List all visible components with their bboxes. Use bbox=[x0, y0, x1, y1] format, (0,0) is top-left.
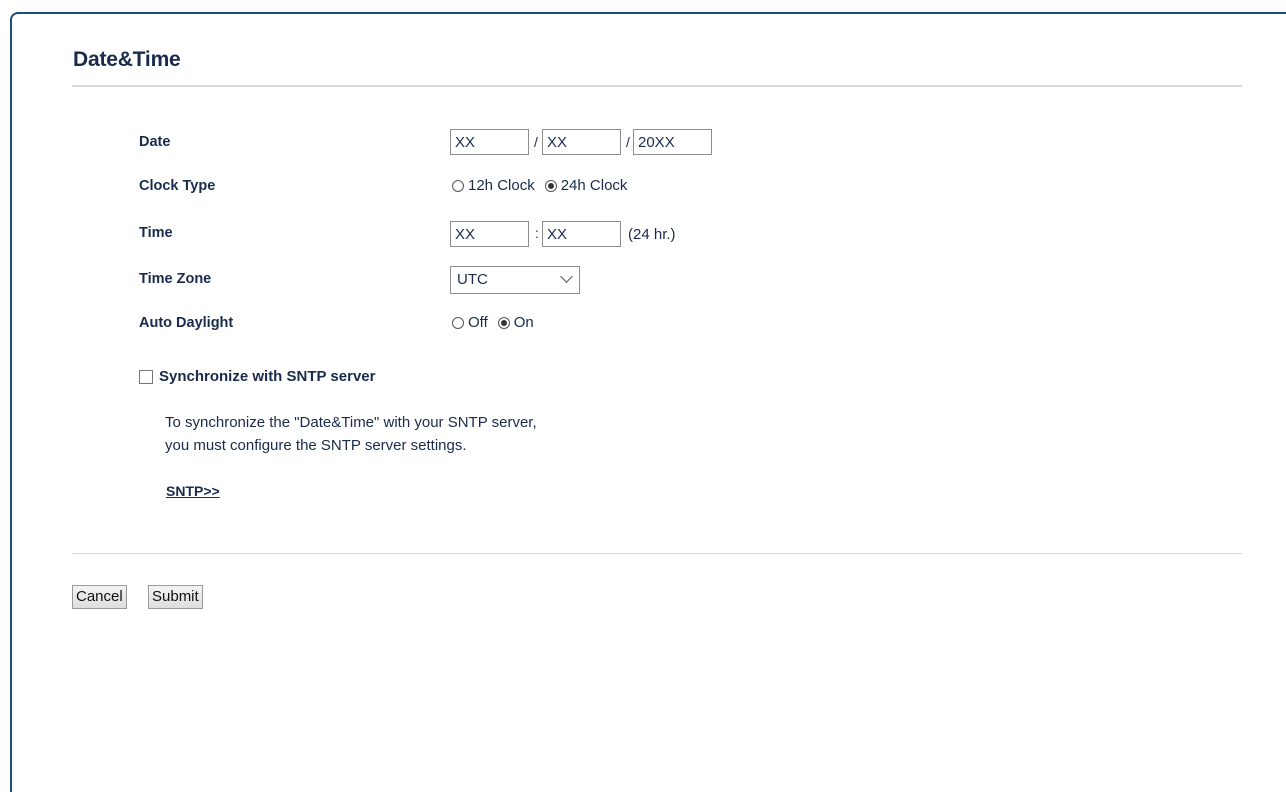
sntp-sync-row: Synchronize with SNTP server bbox=[139, 368, 375, 385]
clock-12h-radio[interactable] bbox=[452, 179, 464, 192]
actions-divider bbox=[72, 553, 1242, 554]
date-year-input[interactable]: 20XX bbox=[633, 129, 712, 155]
sntp-help-line: you must configure the SNTP server setti… bbox=[165, 437, 467, 454]
date-month-input[interactable]: XX bbox=[450, 129, 529, 155]
time-label: Time bbox=[139, 225, 173, 241]
daylight-on-radio[interactable] bbox=[497, 316, 510, 329]
time-minute-input[interactable]: XX bbox=[542, 221, 621, 247]
date-day-input[interactable]: XX bbox=[542, 129, 621, 155]
sntp-settings-link[interactable]: SNTP>> bbox=[166, 483, 220, 499]
time-unit-note: (24 hr.) bbox=[628, 226, 676, 243]
time-hour-input[interactable]: XX bbox=[450, 221, 529, 247]
clock-12h-label[interactable]: 12h Clock bbox=[468, 177, 535, 194]
sntp-help-line: To synchronize the "Date&Time" with your… bbox=[165, 414, 537, 431]
clock-24h-label[interactable]: 24h Clock bbox=[561, 177, 628, 194]
auto-daylight-radio-group: Off On bbox=[452, 314, 544, 331]
sntp-sync-label[interactable]: Synchronize with SNTP server bbox=[159, 368, 375, 385]
time-zone-label: Time Zone bbox=[139, 271, 212, 287]
page-title: Date&Time bbox=[73, 48, 181, 71]
daylight-off-label[interactable]: Off bbox=[468, 314, 488, 331]
date-label: Date bbox=[139, 134, 171, 150]
daylight-on-label[interactable]: On bbox=[514, 314, 534, 331]
time-separator: : bbox=[535, 225, 539, 241]
time-zone-select[interactable]: UTC bbox=[450, 266, 580, 294]
cancel-button[interactable]: Cancel bbox=[72, 585, 127, 609]
submit-button[interactable]: Submit bbox=[148, 585, 203, 609]
sntp-help-text: To synchronize the "Date&Time" with your… bbox=[165, 411, 537, 457]
time-zone-selected-value: UTC bbox=[457, 271, 488, 288]
title-divider bbox=[72, 85, 1242, 87]
sntp-sync-checkbox[interactable] bbox=[139, 369, 153, 384]
chevron-down-icon bbox=[560, 270, 573, 283]
date-separator: / bbox=[534, 134, 538, 150]
clock-24h-radio[interactable] bbox=[544, 179, 557, 192]
clock-type-radio-group: 12h Clock 24h Clock bbox=[452, 177, 637, 194]
date-separator: / bbox=[626, 134, 630, 150]
daylight-off-radio[interactable] bbox=[452, 316, 464, 329]
auto-daylight-label: Auto Daylight bbox=[139, 315, 234, 331]
clock-type-label: Clock Type bbox=[139, 178, 216, 194]
